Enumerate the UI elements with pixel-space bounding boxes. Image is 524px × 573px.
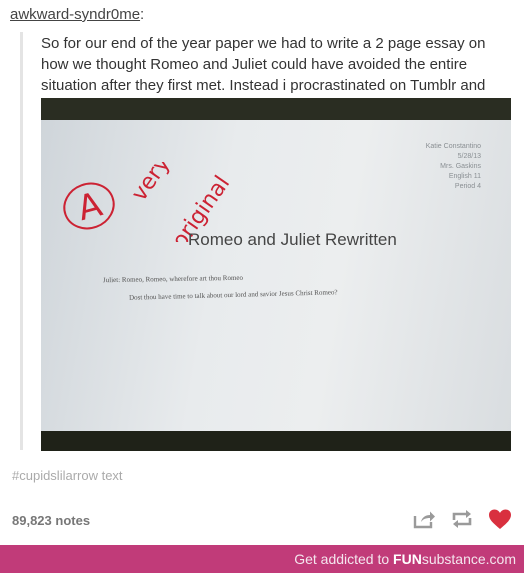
grade-letter: A [73,184,106,229]
username-colon: : [140,6,145,23]
username-link[interactable]: awkward-syndr0me [10,6,140,23]
footer-brand-bold: FUN [393,551,422,567]
notes-count[interactable]: 89,823 notes [12,513,90,528]
share-icon[interactable] [412,508,436,530]
post-photo: A very original Katie Constantino 5/28/1… [41,98,511,451]
header-date: 5/28/13 [457,153,481,160]
post-tag[interactable]: #cupidslilarrow text [12,468,123,483]
header-class: English 11 [448,173,481,180]
site-footer: Get addicted to FUNsubstance.com [0,545,524,573]
essay-line-2: Dost thou have time to talk about our lo… [128,288,338,302]
quote-bar [20,32,23,450]
paper-header: Katie Constantino 5/28/13 Mrs. Gaskins E… [426,142,481,192]
footer-prefix: Get addicted to [294,551,394,567]
header-name: Katie Constantino [425,143,481,150]
header-period: Period 4 [454,183,481,190]
footer-text[interactable]: Get addicted to FUNsubstance.com [294,551,516,567]
footer-suffix: .com [485,551,516,567]
heart-icon[interactable] [488,508,512,530]
essay-paper: A very original Katie Constantino 5/28/1… [41,120,511,431]
reblog-icon[interactable] [450,508,474,530]
post-actions [412,508,512,530]
header-teacher: Mrs. Gaskins [440,163,481,170]
essay-line-1: Juliet: Romeo, Romeo, wherefore art thou… [102,273,244,285]
photo-bottom-edge [41,431,511,451]
post-username[interactable]: awkward-syndr0me: [10,6,144,23]
doc-title: Romeo and Juliet Rewritten [188,230,397,249]
footer-brand-rest: substance [421,551,486,567]
grade-comment-very: very [127,162,175,206]
